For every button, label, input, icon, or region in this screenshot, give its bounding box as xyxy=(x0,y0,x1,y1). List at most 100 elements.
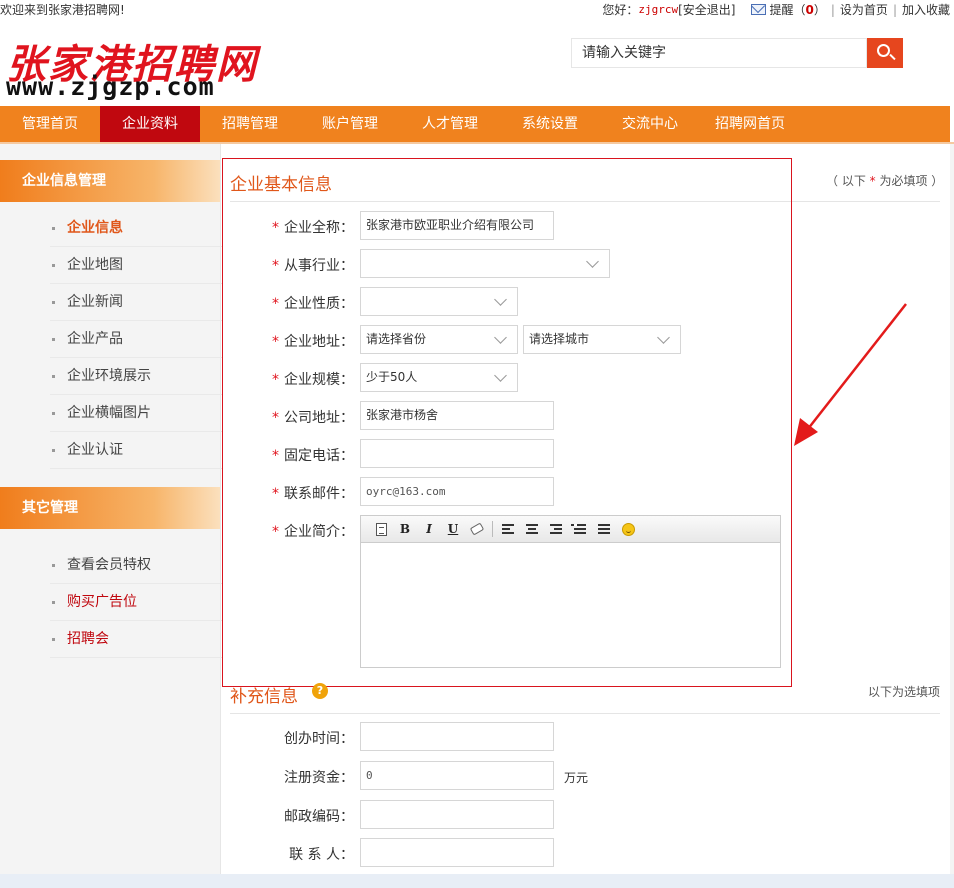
remind-link[interactable]: 提醒 xyxy=(769,1,793,18)
site-url-logo: www.zjgzp.com xyxy=(6,72,215,101)
label-text: 从事行业： xyxy=(284,258,354,274)
label-text: 企业规模： xyxy=(284,372,354,388)
label-text: 企业性质： xyxy=(284,296,354,312)
intro-editor: B I U xyxy=(360,515,781,668)
unordered-list-icon[interactable] xyxy=(592,519,616,539)
set-home-link[interactable]: 设为首页 xyxy=(840,1,888,18)
label-text: 企业简介： xyxy=(284,524,354,540)
sidebar: 企业信息管理 企业信息 企业地图 企业新闻 企业产品 企业环境展示 企业横幅图片… xyxy=(0,160,222,666)
remind-paren-open: （ xyxy=(793,3,806,17)
sidebar-item-company-info[interactable]: 企业信息 xyxy=(50,210,222,247)
nav-item-admin-home[interactable]: 管理首页 xyxy=(0,106,100,142)
sidebar-list-company: 企业信息 企业地图 企业新闻 企业产品 企业环境展示 企业横幅图片 企业认证 xyxy=(0,210,222,469)
required-star: * xyxy=(272,448,279,464)
contact-input[interactable] xyxy=(360,838,554,867)
required-note: （ 以下 * 为必填项 ） xyxy=(826,172,943,189)
company-name-input[interactable]: 张家港市欧亚职业介绍有限公司 xyxy=(360,211,554,240)
bold-button[interactable]: B xyxy=(393,519,417,539)
required-note-star: * xyxy=(869,174,876,188)
province-select[interactable]: 请选择省份 xyxy=(360,325,518,354)
zip-input[interactable] xyxy=(360,800,554,829)
greeting-text: 您好： xyxy=(602,3,639,17)
required-star: * xyxy=(272,372,279,388)
phone-input[interactable] xyxy=(360,439,554,468)
label-company-name: * 企业全称： xyxy=(254,217,354,237)
align-center-icon[interactable] xyxy=(520,519,544,539)
ordered-list-icon[interactable] xyxy=(568,519,592,539)
help-icon[interactable]: ? xyxy=(312,683,328,699)
label-text: 企业全称： xyxy=(284,220,354,236)
eraser-icon[interactable] xyxy=(465,519,489,539)
sidebar-group-company: 企业信息管理 xyxy=(0,160,220,202)
separator: | xyxy=(830,2,835,17)
underline-button[interactable]: U xyxy=(441,519,465,539)
company-address-input[interactable]: 张家港市杨舍 xyxy=(360,401,554,430)
nav-item-company-profile[interactable]: 企业资料 xyxy=(100,106,200,142)
sidebar-item-company-verify[interactable]: 企业认证 xyxy=(50,432,222,469)
sidebar-item-company-map[interactable]: 企业地图 xyxy=(50,247,222,284)
italic-button[interactable]: I xyxy=(417,519,441,539)
label-email: * 联系邮件： xyxy=(254,483,354,503)
sidebar-item-job-fair[interactable]: 招聘会 xyxy=(50,621,222,658)
optional-note: 以下为选填项 xyxy=(868,685,941,699)
nav-item-recruitment[interactable]: 招聘管理 xyxy=(200,106,300,142)
label-scale: * 企业规模： xyxy=(254,369,354,389)
email-input[interactable]: oyrc@163.com xyxy=(360,477,554,506)
required-star: * xyxy=(272,524,279,540)
nav-item-site-home[interactable]: 招聘网首页 xyxy=(700,106,800,142)
align-right-icon[interactable] xyxy=(544,519,568,539)
search-input[interactable]: 请输入关键字 xyxy=(571,38,867,68)
annotation-arrow-icon xyxy=(794,303,907,446)
capital-input[interactable]: 0 xyxy=(360,761,554,790)
sidebar-item-buy-ad[interactable]: 购买广告位 xyxy=(50,584,222,621)
sidebar-group-other: 其它管理 xyxy=(0,487,220,529)
label-founded: 创办时间： xyxy=(284,731,354,747)
add-favorite-link[interactable]: 加入收藏 xyxy=(902,1,950,18)
nav-item-talent[interactable]: 人才管理 xyxy=(400,106,500,142)
label-capital: 注册资金： xyxy=(284,770,354,786)
extra-info-title: 补充信息 xyxy=(230,687,298,707)
sidebar-item-company-news[interactable]: 企业新闻 xyxy=(50,284,222,321)
scale-select[interactable]: 少于50人 xyxy=(360,363,518,392)
label-text: 企业地址： xyxy=(284,334,354,350)
nav-item-community[interactable]: 交流中心 xyxy=(600,106,700,142)
extra-divider xyxy=(230,713,940,714)
nav-item-account[interactable]: 账户管理 xyxy=(300,106,400,142)
source-icon[interactable] xyxy=(369,519,393,539)
nature-select[interactable] xyxy=(360,287,518,316)
search-icon xyxy=(877,44,890,57)
basic-info-title: 企业基本信息 xyxy=(230,175,332,195)
sidebar-item-member-privileges[interactable]: 查看会员特权 xyxy=(50,547,222,584)
header: 张家港招聘网 www.zjgzp.com 请输入关键字 xyxy=(0,22,954,106)
required-star: * xyxy=(272,334,279,350)
sidebar-item-company-environment[interactable]: 企业环境展示 xyxy=(50,358,222,395)
logout-link[interactable]: [安全退出] xyxy=(678,1,735,18)
sidebar-item-company-banner[interactable]: 企业横幅图片 xyxy=(50,395,222,432)
city-select[interactable]: 请选择城市 xyxy=(523,325,681,354)
sidebar-item-company-products[interactable]: 企业产品 xyxy=(50,321,222,358)
bottom-strip xyxy=(0,874,954,888)
align-left-icon[interactable] xyxy=(496,519,520,539)
industry-select[interactable] xyxy=(360,249,610,278)
capital-unit: 万元 xyxy=(564,771,589,785)
label-zip: 邮政编码： xyxy=(284,809,354,825)
search-button[interactable] xyxy=(867,38,903,68)
label-text: 联系邮件： xyxy=(284,486,354,502)
required-star: * xyxy=(272,220,279,236)
label-industry: * 从事行业： xyxy=(254,255,354,275)
label-text: 公司地址： xyxy=(284,410,354,426)
label-text: 固定电话： xyxy=(284,448,354,464)
main-nav: 管理首页 企业资料 招聘管理 账户管理 人才管理 系统设置 交流中心 招聘网首页 xyxy=(0,106,950,142)
required-note-close: 为必填项 ） xyxy=(879,174,944,188)
username-link[interactable]: zjgrcw xyxy=(638,3,678,16)
basic-divider xyxy=(230,201,940,202)
editor-body[interactable] xyxy=(361,543,780,667)
label-address: * 企业地址： xyxy=(254,331,354,351)
welcome-text: 欢迎来到张家港招聘网! xyxy=(0,3,125,17)
mail-icon[interactable] xyxy=(751,4,767,15)
founded-input[interactable] xyxy=(360,722,554,751)
label-nature: * 企业性质： xyxy=(254,293,354,313)
emoticon-icon[interactable] xyxy=(616,519,640,539)
nav-item-settings[interactable]: 系统设置 xyxy=(500,106,600,142)
sidebar-list-other: 查看会员特权 购买广告位 招聘会 xyxy=(0,547,222,658)
